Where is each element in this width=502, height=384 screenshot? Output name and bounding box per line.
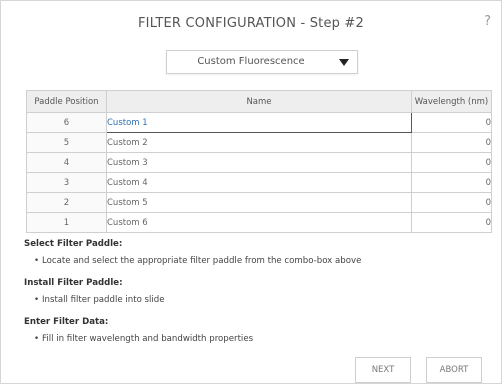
paddle-position-cell: 3 xyxy=(26,172,107,193)
wavelength-cell[interactable]: 0 xyxy=(411,172,492,193)
table-row[interactable]: 4 Custom 3 0 xyxy=(26,152,492,173)
instruction-bullet-text: Fill in filter wavelength and bandwidth … xyxy=(42,334,254,344)
abort-button[interactable]: ABORT xyxy=(426,357,482,383)
column-header-paddle-position: Paddle Position xyxy=(26,90,107,113)
table-row[interactable]: 3 Custom 4 0 xyxy=(26,172,492,193)
instruction-title: Enter Filter Data: xyxy=(24,317,109,327)
name-cell[interactable]: Custom 5 xyxy=(106,192,412,213)
dialog-title: FILTER CONFIGURATION - Step #2 xyxy=(138,16,364,31)
instruction-bullet: • Fill in filter wavelength and bandwidth… xyxy=(34,334,253,344)
paddle-position-cell: 5 xyxy=(26,132,107,153)
next-button[interactable]: NEXT xyxy=(355,357,411,383)
bullet-icon: • xyxy=(34,256,40,266)
table-row[interactable]: 6 Custom 1 0 xyxy=(26,112,492,133)
combobox-selected-value: Custom Fluorescence xyxy=(197,56,305,67)
instruction-bullet-text: Install filter paddle into slide xyxy=(42,295,165,305)
bullet-icon: • xyxy=(34,334,40,344)
name-cell[interactable]: Custom 3 xyxy=(106,152,412,173)
column-header-name: Name xyxy=(106,90,412,113)
paddle-position-cell: 2 xyxy=(26,192,107,213)
filter-paddle-combobox[interactable]: Custom Fluorescence xyxy=(166,50,358,74)
name-cell-text: Custom 1 xyxy=(107,117,148,128)
instruction-title: Install Filter Paddle: xyxy=(24,278,123,288)
column-header-wavelength: Wavelength (nm) xyxy=(411,90,492,113)
instruction-install-filter-paddle: Install Filter Paddle: • Install filter p… xyxy=(24,278,165,305)
paddle-position-cell: 6 xyxy=(26,112,107,133)
table-row[interactable]: 2 Custom 5 0 xyxy=(26,192,492,213)
wavelength-cell[interactable]: 0 xyxy=(411,192,492,213)
table-header-row: Paddle Position Name Wavelength (nm) xyxy=(26,90,492,113)
wavelength-cell[interactable]: 0 xyxy=(411,132,492,153)
wavelength-cell[interactable]: 0 xyxy=(411,112,492,133)
wavelength-cell[interactable]: 0 xyxy=(411,152,492,173)
name-cell[interactable]: Custom 2 xyxy=(106,132,412,153)
filter-configuration-dialog: FILTER CONFIGURATION - Step #2 ? Custom … xyxy=(0,0,502,384)
bullet-icon: • xyxy=(34,295,40,305)
instruction-select-filter-paddle: Select Filter Paddle: • Locate and select… xyxy=(24,239,361,266)
instruction-bullet: • Locate and select the appropriate filte… xyxy=(34,256,361,266)
table-row[interactable]: 5 Custom 2 0 xyxy=(26,132,492,153)
instruction-bullet-text: Locate and select the appropriate filter… xyxy=(42,256,362,266)
dropdown-arrow-icon[interactable] xyxy=(339,59,349,66)
instruction-enter-filter-data: Enter Filter Data: • Fill in filter wavel… xyxy=(24,317,253,344)
filter-table: Paddle Position Name Wavelength (nm) 6 C… xyxy=(26,90,492,233)
paddle-position-cell: 1 xyxy=(26,212,107,233)
name-cell[interactable]: Custom 6 xyxy=(106,212,412,233)
name-cell[interactable]: Custom 1 xyxy=(106,112,412,133)
wavelength-cell[interactable]: 0 xyxy=(411,212,492,233)
instruction-bullet: • Install filter paddle into slide xyxy=(34,295,165,305)
help-icon[interactable]: ? xyxy=(484,14,491,29)
name-cell[interactable]: Custom 4 xyxy=(106,172,412,193)
paddle-position-cell: 4 xyxy=(26,152,107,173)
instruction-title: Select Filter Paddle: xyxy=(24,239,123,249)
table-row[interactable]: 1 Custom 6 0 xyxy=(26,212,492,233)
